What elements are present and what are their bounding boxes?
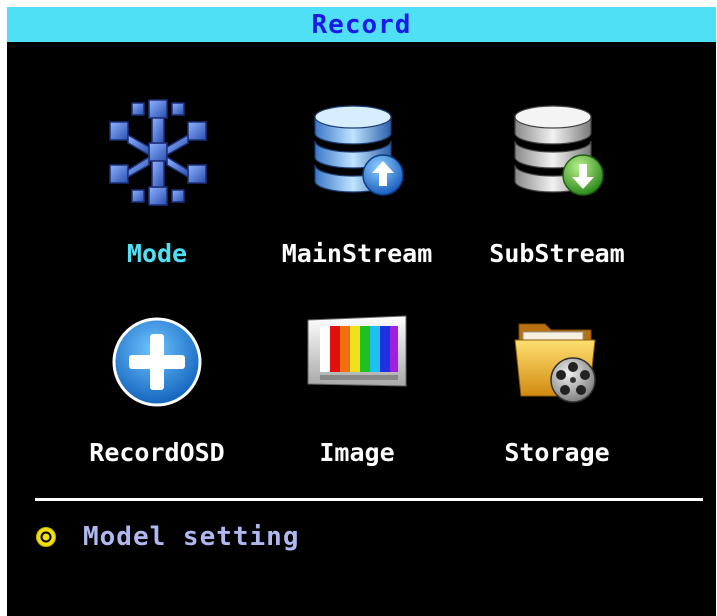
- record-menu-window: Record Mode MainStream SubStream RecordO…: [7, 7, 716, 616]
- window-title: Record: [311, 9, 412, 40]
- divider: [35, 498, 703, 501]
- menu-label-mode: Mode: [126, 239, 188, 268]
- menu-item-substream[interactable]: SubStream: [457, 97, 657, 277]
- plus-circle-icon: [112, 317, 202, 407]
- menu-item-recordosd[interactable]: RecordOSD: [57, 312, 257, 492]
- folder-film-reel-icon: [514, 323, 596, 403]
- target-circle-icon: [36, 527, 56, 547]
- title-bar: Record: [7, 7, 716, 42]
- menu-label-mainstream: MainStream: [281, 239, 433, 268]
- database-upload-icon: [314, 105, 404, 196]
- status-text: Model setting: [83, 522, 300, 552]
- status-bar: Model setting: [35, 517, 300, 557]
- snowflake-cubes-icon: [109, 99, 207, 206]
- color-bars-monitor-icon: [307, 315, 407, 387]
- menu-label-image: Image: [319, 438, 395, 467]
- menu-item-storage[interactable]: Storage: [457, 312, 657, 492]
- menu-item-image[interactable]: Image: [257, 314, 457, 494]
- menu-item-mainstream[interactable]: MainStream: [257, 97, 457, 277]
- menu-item-mode[interactable]: Mode: [57, 95, 257, 275]
- menu-label-recordosd: RecordOSD: [89, 438, 225, 467]
- database-download-icon: [514, 105, 604, 196]
- menu-label-substream: SubStream: [489, 239, 625, 268]
- menu-label-storage: Storage: [504, 438, 610, 467]
